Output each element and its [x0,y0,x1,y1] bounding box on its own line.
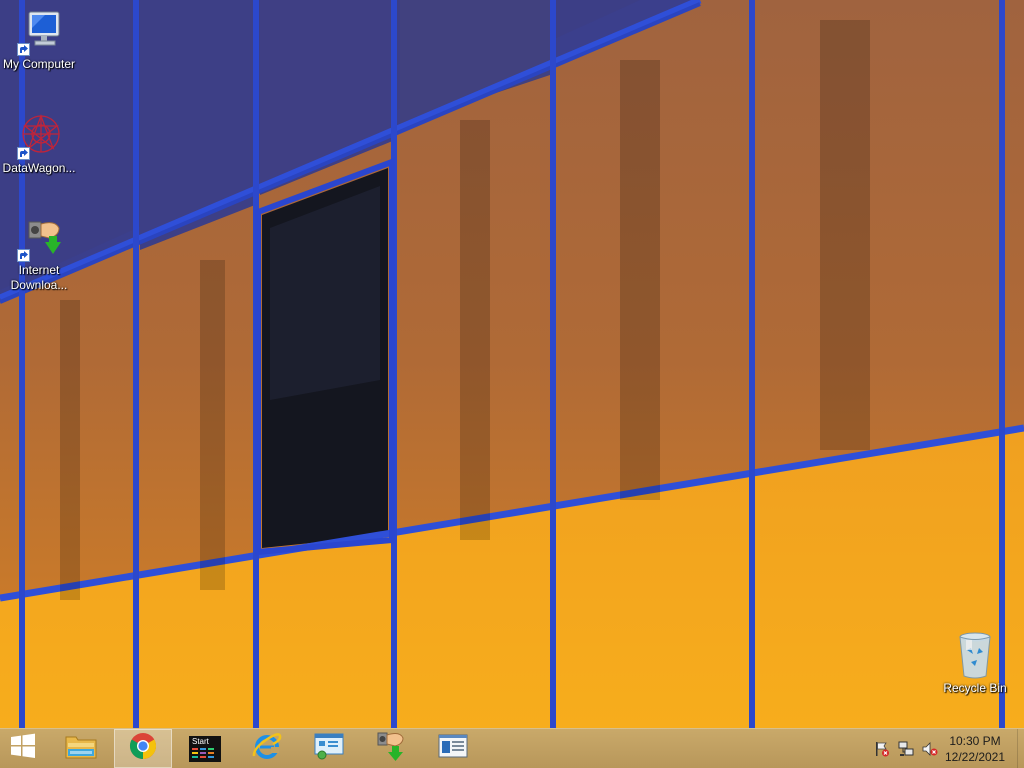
taskbar: Start 10:30 PM 12/22/2021 [0,728,1024,768]
desktop-icon-label: DataWagon... [2,161,76,175]
taskbar-internet-explorer-button[interactable] [238,729,296,768]
taskbar-network-settings-button[interactable] [300,729,358,768]
desktop-icon-label: My Computer [2,57,76,71]
chrome-icon [128,731,158,766]
desktop-icon-label: Recycle Bin [943,681,1007,695]
shortcut-arrow-icon [17,43,30,56]
internet-download-manager-icon [15,214,63,262]
start-button[interactable] [0,729,46,768]
desktop-icon-my-computer[interactable]: My Computer [1,8,77,72]
action-center-flag-icon[interactable] [874,741,890,757]
desktop-icon-datawagon[interactable]: DataWagon... [1,112,77,176]
clock-date: 12/22/2021 [944,750,1006,764]
internet-explorer-icon [251,730,283,767]
file-explorer-icon [64,731,98,766]
recycle-bin-icon [951,630,999,680]
taskbar-internet-download-manager-button[interactable] [362,729,420,768]
desktop-icon-recycle-bin[interactable]: Recycle Bin [937,630,1013,696]
taskbar-chrome-button[interactable] [114,729,172,768]
computer-icon [15,8,63,56]
news-window-icon [438,733,468,764]
taskbar-start-app-button[interactable]: Start [176,729,234,768]
datawagon-icon [15,112,63,160]
clock-time: 10:30 PM [949,734,1001,748]
desktop-icon-label: Internet Downloa... [10,263,68,292]
network-icon[interactable] [898,741,914,757]
volume-muted-icon[interactable] [922,741,938,757]
network-settings-icon [313,731,345,766]
taskbar-news-window-button[interactable] [424,729,482,768]
shortcut-arrow-icon [17,147,30,160]
windows-logo-icon [9,732,37,765]
taskbar-file-explorer-button[interactable] [52,729,110,768]
shortcut-arrow-icon [17,249,30,262]
desktop-icon-internet-download-manager[interactable]: Internet Downloa... [1,214,77,293]
show-desktop-button[interactable] [1017,729,1024,768]
start-menu-app-icon: Start [189,735,221,762]
taskbar-clock[interactable]: 10:30 PM 12/22/2021 [940,733,1010,765]
desktop-wallpaper [0,0,1024,728]
internet-download-manager-icon [374,729,408,768]
